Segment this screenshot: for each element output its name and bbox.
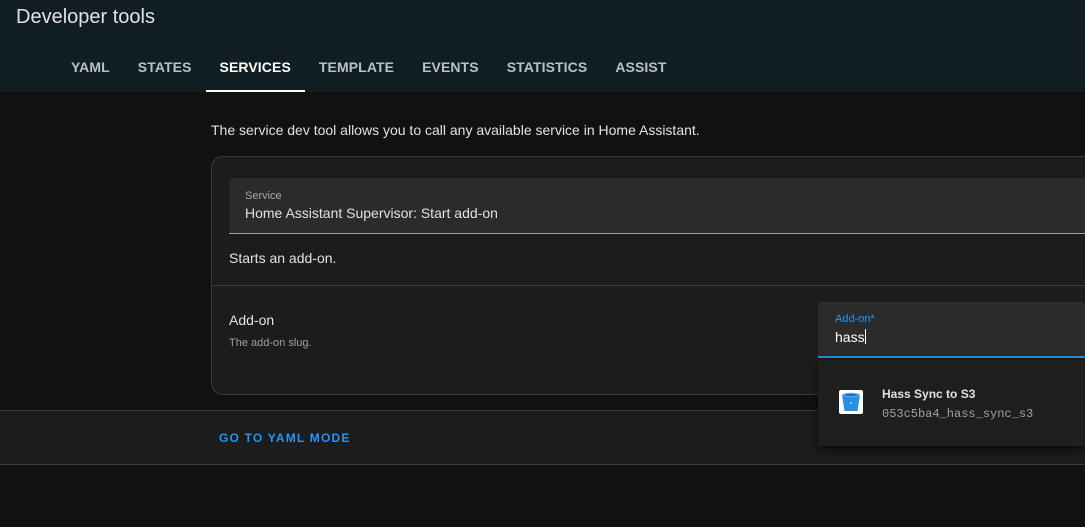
addon-suggestions-dropdown: Hass Sync to S3 053c5ba4_hass_sync_s3	[818, 360, 1085, 446]
service-picker[interactable]: Service Home Assistant Supervisor: Start…	[229, 178, 1085, 234]
addon-field-name: Add-on	[229, 312, 275, 328]
intro-text: The service dev tool allows you to call …	[211, 122, 700, 138]
addon-input-text: hass	[835, 329, 865, 345]
list-item[interactable]: Hass Sync to S3 053c5ba4_hass_sync_s3	[818, 370, 1085, 436]
tab-services[interactable]: SERVICES	[205, 45, 306, 92]
addon-input-label: Add-on*	[835, 313, 875, 325]
page-title: Developer tools	[16, 6, 155, 28]
tab-yaml[interactable]: YAML	[57, 45, 124, 92]
addon-option-title: Hass Sync to S3	[882, 387, 976, 401]
toolbar-header: Developer tools YAML STATES SERVICES TEM…	[0, 0, 1085, 92]
tab-states[interactable]: STATES	[124, 45, 206, 92]
tab-assist[interactable]: ASSIST	[601, 45, 680, 92]
service-field-label: Service	[245, 190, 282, 202]
go-to-yaml-mode-button[interactable]: GO TO YAML MODE	[219, 431, 351, 445]
addon-option-slug: 053c5ba4_hass_sync_s3	[882, 407, 1034, 421]
s3-bucket-icon	[839, 390, 863, 414]
addon-field-help: The add-on slug.	[229, 337, 312, 349]
tab-statistics[interactable]: STATISTICS	[493, 45, 602, 92]
service-description: Starts an add-on.	[229, 250, 337, 266]
service-field-value[interactable]: Home Assistant Supervisor: Start add-on	[245, 205, 498, 221]
addon-input[interactable]: Add-on* hass	[818, 302, 1085, 358]
tab-template[interactable]: TEMPLATE	[305, 45, 408, 92]
text-caret	[864, 329, 866, 344]
tab-events[interactable]: EVENTS	[408, 45, 493, 92]
divider	[212, 285, 1085, 286]
tab-bar: YAML STATES SERVICES TEMPLATE EVENTS STA…	[57, 45, 680, 92]
addon-input-value[interactable]: hass	[835, 329, 866, 345]
